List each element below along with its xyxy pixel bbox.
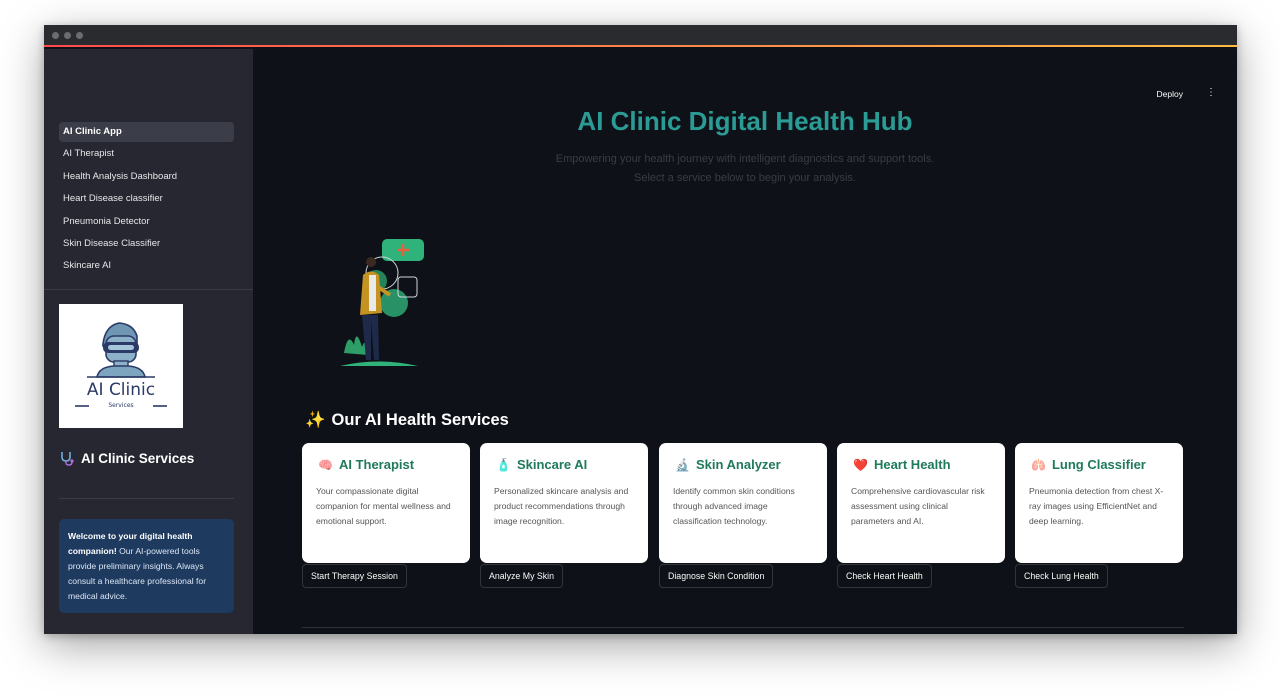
app-window: AI Clinic App AI Therapist Health Analys… bbox=[44, 25, 1237, 634]
card-description: Personalized skincare analysis and produ… bbox=[494, 486, 629, 526]
close-window-dot[interactable] bbox=[52, 32, 59, 39]
card-title: Lung Classifier bbox=[1051, 457, 1146, 472]
title-bar bbox=[44, 25, 1237, 47]
deploy-button[interactable]: Deploy bbox=[1157, 89, 1183, 99]
service-card-ai-therapist: 🧠 AI Therapist Your compassionate digita… bbox=[302, 443, 470, 563]
sidebar-divider-2 bbox=[59, 498, 234, 499]
card-description: Pneumonia detection from chest X-ray ima… bbox=[1029, 486, 1164, 526]
sidebar-item-skin-disease-classifier[interactable]: Skin Disease Classifier bbox=[59, 234, 234, 254]
sidebar-item-ai-therapist[interactable]: AI Therapist bbox=[59, 144, 234, 164]
lotion-bottle-icon: 🧴 bbox=[496, 457, 511, 472]
main-content: Deploy ⋮ AI Clinic Digital Health Hub Em… bbox=[253, 49, 1237, 634]
doctor-illustration bbox=[340, 239, 424, 366]
sidebar-title-text: AI Clinic Services bbox=[81, 450, 195, 466]
sidebar: AI Clinic App AI Therapist Health Analys… bbox=[44, 49, 253, 634]
page-subtitle-line2: Select a service below to begin your ana… bbox=[634, 172, 856, 184]
page-subtitle-line1: Empowering your health journey with inte… bbox=[555, 153, 935, 165]
clinic-logo: AI Clinic Services bbox=[59, 304, 183, 428]
sidebar-item-pneumonia-detector[interactable]: Pneumonia Detector bbox=[59, 212, 234, 232]
lungs-icon: 🫁 bbox=[1031, 457, 1046, 472]
window-controls bbox=[52, 32, 83, 39]
service-card-lung-classifier: 🫁 Lung Classifier Pneumonia detection fr… bbox=[1015, 443, 1183, 563]
card-title: AI Therapist bbox=[338, 457, 415, 472]
service-card-skin-analyzer: 🔬 Skin Analyzer Identify common skin con… bbox=[659, 443, 827, 563]
start-therapy-button[interactable]: Start Therapy Session bbox=[302, 564, 407, 588]
card-title: Skincare AI bbox=[516, 457, 588, 472]
service-card-skincare-ai: 🧴 Skincare AI Personalized skincare anal… bbox=[480, 443, 648, 563]
check-heart-button[interactable]: Check Heart Health bbox=[837, 564, 932, 588]
brain-icon: 🧠 bbox=[318, 457, 333, 472]
services-title-text: Our AI Health Services bbox=[331, 411, 509, 429]
sparkles-icon: ✨ bbox=[305, 411, 326, 429]
microscope-icon: 🔬 bbox=[675, 457, 690, 472]
sidebar-divider bbox=[44, 289, 253, 290]
info-callout: Welcome to your digital health companion… bbox=[59, 519, 234, 613]
service-card-heart-health: ❤️ Heart Health Comprehensive cardiovasc… bbox=[837, 443, 1005, 563]
stethoscope-icon bbox=[61, 452, 74, 466]
services-section-title: ✨ Our AI Health Services bbox=[305, 411, 509, 430]
check-lung-button[interactable]: Check Lung Health bbox=[1015, 564, 1108, 588]
minimize-window-dot[interactable] bbox=[64, 32, 71, 39]
logo-subtitle: Services bbox=[108, 402, 134, 409]
logo-title: AI Clinic bbox=[86, 380, 156, 400]
sidebar-title: AI Clinic Services bbox=[59, 450, 194, 466]
more-vert-icon[interactable]: ⋮ bbox=[1206, 87, 1216, 98]
card-description: Your compassionate digital companion for… bbox=[316, 486, 451, 526]
page-title: AI Clinic Digital Health Hub bbox=[577, 106, 913, 136]
sidebar-item-skincare-ai[interactable]: Skincare AI bbox=[59, 256, 234, 276]
card-title: Skin Analyzer bbox=[695, 457, 781, 472]
card-description: Comprehensive cardiovascular risk assess… bbox=[851, 486, 985, 526]
card-title: Heart Health bbox=[873, 457, 951, 472]
sidebar-nav: AI Clinic App AI Therapist Health Analys… bbox=[59, 122, 234, 279]
section-divider bbox=[302, 627, 1184, 628]
robot-doctor-icon bbox=[75, 322, 167, 407]
card-description: Identify common skin conditions through … bbox=[673, 486, 795, 526]
sidebar-item-health-analysis-dashboard[interactable]: Health Analysis Dashboard bbox=[59, 167, 234, 187]
analyze-skin-button[interactable]: Analyze My Skin bbox=[480, 564, 564, 588]
sidebar-item-ai-clinic-app[interactable]: AI Clinic App bbox=[59, 122, 234, 142]
diagnose-skin-button[interactable]: Diagnose Skin Condition bbox=[659, 564, 774, 588]
maximize-window-dot[interactable] bbox=[76, 32, 83, 39]
heart-icon: ❤️ bbox=[853, 457, 868, 472]
sidebar-item-heart-disease-classifier[interactable]: Heart Disease classifier bbox=[59, 189, 234, 209]
